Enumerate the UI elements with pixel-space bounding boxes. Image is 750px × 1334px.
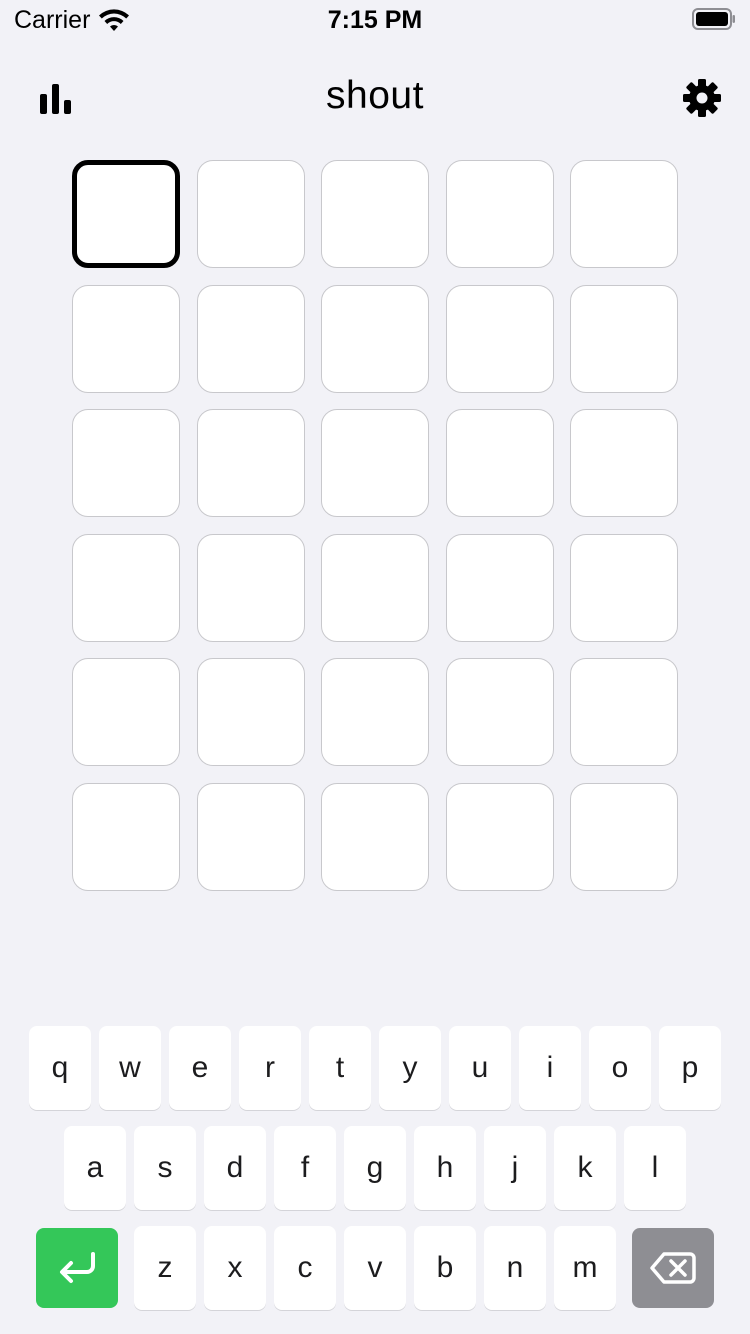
board-tile <box>445 409 554 517</box>
board-tile <box>321 782 429 891</box>
keyboard-row-2: asdfghjkl <box>0 1126 750 1210</box>
key-w[interactable]: w <box>99 1026 161 1110</box>
board-tile <box>72 782 180 891</box>
key-z[interactable]: z <box>134 1226 196 1310</box>
board-tile <box>445 284 554 393</box>
key-g[interactable]: g <box>344 1126 406 1210</box>
board-tile <box>570 409 678 517</box>
key-y[interactable]: y <box>379 1026 441 1110</box>
board-tile <box>196 658 305 766</box>
board-tile <box>196 284 305 393</box>
status-bar: Carrier 7:15 PM <box>0 0 750 40</box>
key-r[interactable]: r <box>239 1026 301 1110</box>
key-b[interactable]: b <box>414 1226 476 1310</box>
page-title: shout <box>326 74 424 117</box>
key-v[interactable]: v <box>344 1226 406 1310</box>
nav-bar: shout <box>0 60 750 136</box>
board-tile <box>570 782 678 891</box>
battery-icon <box>692 8 735 30</box>
board-tile <box>445 782 554 891</box>
keyboard-row-1: qwertyuiop <box>0 1026 750 1110</box>
board-tile <box>321 160 429 268</box>
game-screen: Carrier 7:15 PM shout q w e r t y u i o … <box>0 0 750 1334</box>
board-tile <box>321 658 429 766</box>
backspace-key[interactable] <box>632 1228 714 1308</box>
board-tile <box>196 409 305 517</box>
key-e[interactable]: e <box>169 1026 231 1110</box>
key-m[interactable]: m <box>554 1226 616 1310</box>
board-tile <box>321 284 429 393</box>
board-tile <box>445 533 554 642</box>
game-board <box>72 160 678 891</box>
board-tile <box>570 658 678 766</box>
key-l[interactable]: l <box>624 1126 686 1210</box>
key-i[interactable]: i <box>519 1026 581 1110</box>
board-tile <box>321 533 429 642</box>
board-tile <box>72 409 180 517</box>
board-tile <box>72 160 180 268</box>
key-f[interactable]: f <box>274 1126 336 1210</box>
board-tile <box>196 782 305 891</box>
key-p[interactable]: p <box>659 1026 721 1110</box>
enter-key[interactable] <box>36 1228 118 1308</box>
board-tile <box>445 658 554 766</box>
key-s[interactable]: s <box>134 1126 196 1210</box>
key-q[interactable]: q <box>29 1026 91 1110</box>
board-tile <box>445 160 554 268</box>
board-tile <box>196 160 305 268</box>
key-u[interactable]: u <box>449 1026 511 1110</box>
key-c[interactable]: c <box>274 1226 336 1310</box>
key-n[interactable]: n <box>484 1226 546 1310</box>
board-tile <box>196 533 305 642</box>
key-h[interactable]: h <box>414 1126 476 1210</box>
board-tile <box>570 284 678 393</box>
key-a[interactable]: a <box>64 1126 126 1210</box>
board-tile <box>72 533 180 642</box>
board-tile <box>321 409 429 517</box>
settings-button[interactable] <box>678 74 726 122</box>
board-tile <box>72 658 180 766</box>
key-j[interactable]: j <box>484 1126 546 1210</box>
key-o[interactable]: o <box>589 1026 651 1110</box>
key-t[interactable]: t <box>309 1026 371 1110</box>
board-tile <box>570 533 678 642</box>
board-tile <box>570 160 678 268</box>
status-time: 7:15 PM <box>327 6 423 34</box>
backspace-icon <box>650 1252 696 1284</box>
key-d[interactable]: d <box>204 1126 266 1210</box>
key-x[interactable]: x <box>204 1226 266 1310</box>
key-k[interactable]: k <box>554 1126 616 1210</box>
board-tile <box>72 284 180 393</box>
return-arrow-icon <box>60 1252 95 1283</box>
gear-icon <box>683 79 721 117</box>
